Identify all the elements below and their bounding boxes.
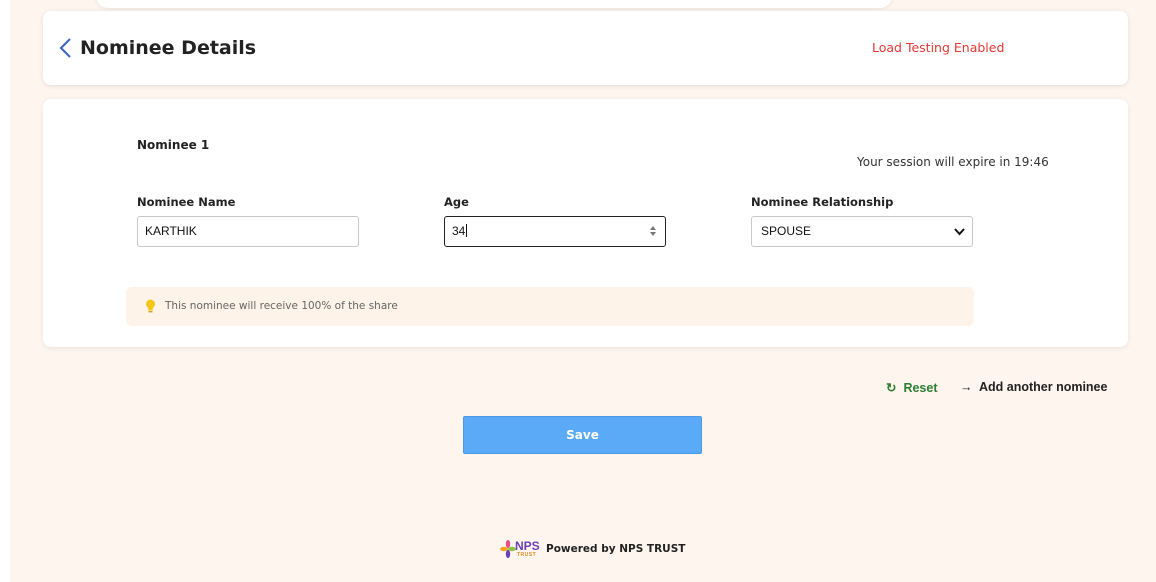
add-nominee-label: Add another nominee	[978, 380, 1108, 394]
save-button[interactable]: Save	[463, 416, 702, 454]
reset-label: Reset	[903, 381, 938, 395]
arrow-right-icon: →	[960, 380, 973, 394]
reset-button[interactable]: ↻ Reset	[886, 380, 937, 395]
age-value: 34	[452, 224, 466, 238]
chevron-left-icon	[59, 38, 71, 58]
relationship-label: Nominee Relationship	[751, 195, 894, 209]
spinner-arrows-icon[interactable]	[650, 225, 656, 237]
page-title: Nominee Details	[80, 37, 257, 59]
relationship-value: SPOUSE	[761, 224, 812, 238]
relationship-select[interactable]: SPOUSE	[751, 216, 973, 247]
nominee-name-value: KARTHIK	[145, 224, 197, 238]
powered-by-text: Powered by NPS TRUST	[546, 543, 686, 555]
left-edge	[0, 0, 10, 582]
share-info-bar: This nominee will receive 100% of the sh…	[126, 287, 974, 326]
nominee-name-input[interactable]: KARTHIK	[137, 216, 359, 247]
reset-icon: ↻	[886, 381, 897, 395]
nominee-heading: Nominee 1	[137, 138, 210, 152]
nps-star-icon	[500, 540, 516, 558]
footer: NPS TRUST Powered by NPS TRUST	[500, 539, 685, 559]
share-info-text: This nominee will receive 100% of the sh…	[165, 300, 398, 312]
nominee-form-card: Nominee 1 Your session will expire in 19…	[43, 99, 1128, 347]
header-card: Nominee Details Load Testing Enabled	[43, 11, 1128, 85]
add-nominee-button[interactable]: → Add another nominee	[960, 380, 1107, 394]
nps-logo-subtext: TRUST	[517, 552, 537, 558]
nps-trust-logo: NPS TRUST	[500, 539, 540, 559]
age-label: Age	[444, 195, 469, 209]
chevron-down-icon	[954, 228, 965, 236]
session-timer: Your session will expire in 19:46	[857, 155, 1049, 169]
text-caret	[466, 224, 468, 237]
load-testing-status: Load Testing Enabled	[872, 40, 1005, 55]
back-button[interactable]	[57, 36, 77, 60]
top-bar-remnant	[96, 0, 892, 8]
lightbulb-icon	[146, 299, 155, 313]
nps-logo-text: NPS	[515, 539, 540, 553]
age-input[interactable]: 34	[444, 216, 666, 247]
nominee-name-label: Nominee Name	[137, 195, 236, 209]
